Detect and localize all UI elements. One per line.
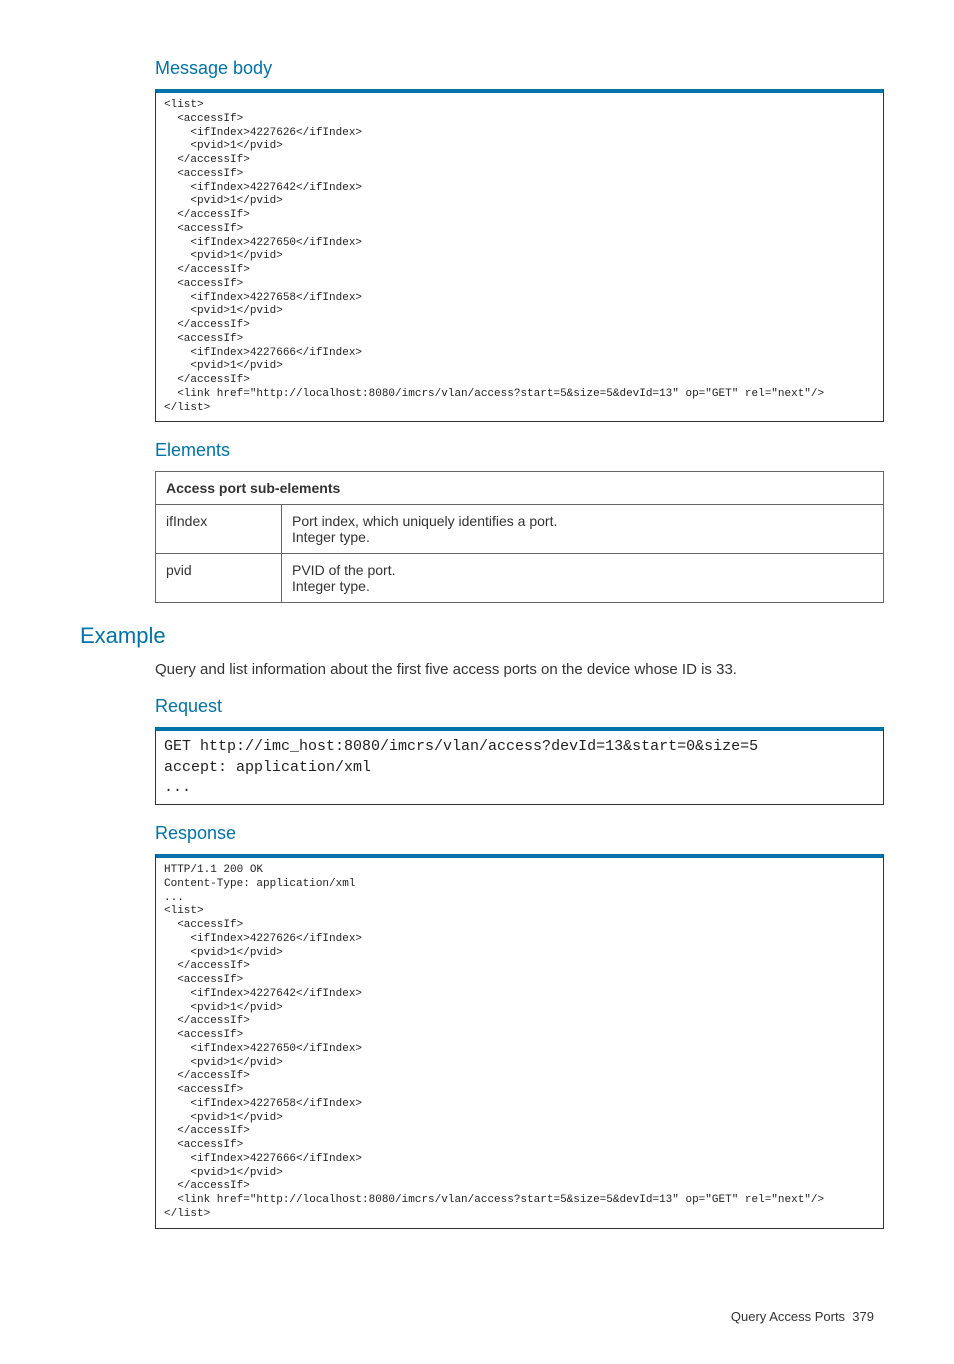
heading-example: Example (80, 623, 884, 649)
code-request: GET http://imc_host:8080/imcrs/vlan/acce… (155, 727, 884, 805)
element-desc: Port index, which uniquely identifies a … (282, 505, 884, 554)
example-description: Query and list information about the fir… (155, 661, 884, 678)
heading-message-body: Message body (155, 58, 884, 79)
footer-title: Query Access Ports (731, 1309, 845, 1324)
page-footer: Query Access Ports 379 (80, 1309, 884, 1324)
table-row: pvid PVID of the port. Integer type. (156, 554, 884, 603)
table-header-cell: Access port sub-elements (156, 472, 884, 505)
elements-table: Access port sub-elements ifIndex Port in… (155, 471, 884, 603)
footer-page-number: 379 (852, 1309, 874, 1324)
code-response: HTTP/1.1 200 OK Content-Type: applicatio… (155, 854, 884, 1229)
heading-elements: Elements (155, 440, 884, 461)
heading-request: Request (155, 696, 884, 717)
table-row: ifIndex Port index, which uniquely ident… (156, 505, 884, 554)
heading-response: Response (155, 823, 884, 844)
element-desc: PVID of the port. Integer type. (282, 554, 884, 603)
element-name: ifIndex (156, 505, 282, 554)
code-message-body: <list> <accessIf> <ifIndex>4227626</ifIn… (155, 89, 884, 422)
element-name: pvid (156, 554, 282, 603)
